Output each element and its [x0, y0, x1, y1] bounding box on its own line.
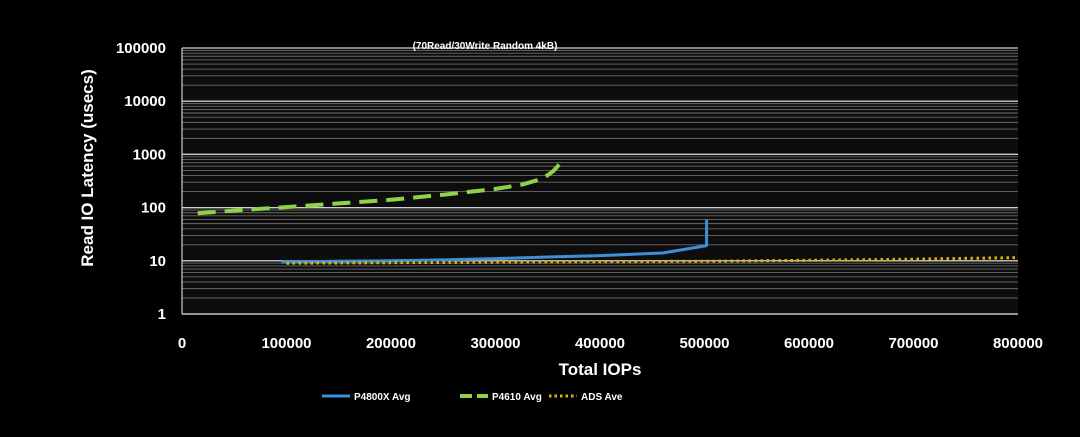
y-tick-label: 100000 [116, 40, 166, 57]
legend-label: P4800X Avg [354, 392, 411, 403]
latency-chart: 1 10 100 1000 10000 100000 0 100000 200000 300000… [78, 40, 1043, 403]
x-tick-label: 200000 [366, 335, 416, 352]
chart-container: 1 10 100 1000 10000 100000 0 100000 200000 300000… [0, 0, 1080, 432]
legend: P4800X Avg P4610 Avg ADS Ave [322, 392, 623, 403]
chart-title: (70Read/30Write Random 4kB) [413, 41, 558, 52]
y-tick-label: 10 [149, 253, 166, 270]
x-axis-title: Total IOPs [559, 360, 642, 379]
x-tick-label: 700000 [888, 335, 938, 352]
y-tick-label: 1000 [133, 146, 166, 163]
x-tick-label: 300000 [470, 335, 520, 352]
plot-area [182, 48, 1018, 314]
x-tick-label: 500000 [679, 335, 729, 352]
legend-label: ADS Ave [581, 392, 623, 403]
x-tick-label: 100000 [261, 335, 311, 352]
y-tick-label: 10000 [124, 93, 166, 110]
y-tick-label: 100 [141, 200, 166, 217]
x-tick-label: 0 [178, 335, 186, 352]
y-axis-title: Read IO Latency (usecs) [78, 69, 97, 266]
legend-label: P4610 Avg [492, 392, 542, 403]
y-tick-label: 1 [158, 306, 166, 323]
x-tick-label: 400000 [575, 335, 625, 352]
x-tick-label: 600000 [784, 335, 834, 352]
x-tick-label: 800000 [993, 335, 1043, 352]
